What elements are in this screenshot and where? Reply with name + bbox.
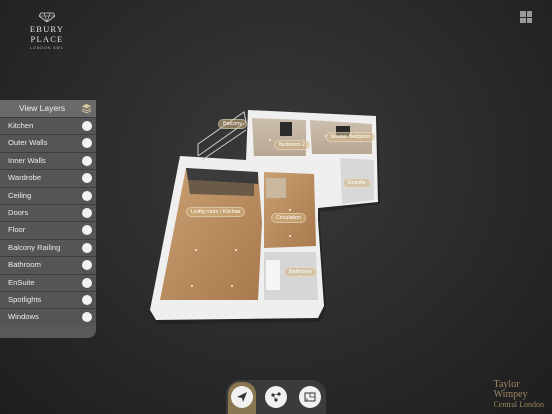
- layer-label: Kitchen: [8, 121, 34, 130]
- layer-item-balcony-railing[interactable]: Balcony Railing: [0, 238, 96, 257]
- layer-label: EnSuite: [8, 277, 35, 287]
- room-label-bathroom[interactable]: Bathroom: [284, 267, 317, 277]
- room-label-master-bedroom[interactable]: Master Bedroom: [326, 132, 376, 142]
- layer-toggle[interactable]: [82, 207, 92, 218]
- layer-item-bathroom[interactable]: Bathroom: [0, 256, 96, 274]
- layer-toggle[interactable]: [82, 173, 92, 184]
- layer-label: Wardrobe: [8, 173, 42, 183]
- room-label-circulation[interactable]: Circulation: [271, 213, 307, 223]
- room-label-bedroom-2[interactable]: Bedroom 2: [274, 140, 310, 150]
- layer-item-spotlights[interactable]: Spotlights: [0, 290, 96, 309]
- layer-label: Balcony Railing: [8, 242, 61, 252]
- bathtub: [266, 260, 280, 290]
- layer-toggle[interactable]: [82, 260, 92, 271]
- layer-toggle[interactable]: [82, 190, 92, 201]
- layer-label: Floor: [8, 225, 26, 235]
- diamond-emblem-icon: [39, 12, 55, 22]
- layer-label: Inner Walls: [8, 155, 46, 165]
- developer-line-3: Central London: [493, 400, 544, 409]
- paper-plane-icon[interactable]: [231, 386, 253, 408]
- layers-stack-icon: [81, 103, 92, 114]
- layer-label: Windows: [8, 312, 39, 322]
- layer-label: Ceiling: [8, 190, 32, 200]
- layer-toggle[interactable]: [82, 155, 92, 166]
- room-label-ensuite[interactable]: Ensuite: [343, 178, 371, 188]
- layer-toggle[interactable]: [82, 242, 92, 253]
- layer-item-outer-walls[interactable]: Outer Walls: [0, 134, 96, 152]
- floorplan-icon[interactable]: [299, 386, 321, 408]
- layer-item-floor[interactable]: Floor: [0, 221, 96, 239]
- layer-toggle[interactable]: [82, 121, 92, 131]
- layer-item-kitchen[interactable]: Kitchen: [0, 117, 96, 135]
- brand-logo: EBURY PLACE LONDON SW1: [14, 12, 80, 50]
- bedroom-2-floor: [252, 118, 306, 156]
- bottom-toolbar: [226, 380, 326, 414]
- layer-toggle[interactable]: [82, 312, 92, 323]
- layer-item-ceiling[interactable]: Ceiling: [0, 186, 96, 204]
- cupboard: [266, 178, 286, 198]
- layer-toggle[interactable]: [82, 138, 92, 149]
- layer-item-windows[interactable]: Windows: [0, 308, 96, 326]
- layer-label: Doors: [8, 207, 29, 217]
- layer-item-doors[interactable]: Doors: [0, 203, 96, 222]
- layer-item-wardrobe[interactable]: Wardrobe: [0, 169, 96, 187]
- brand-subtitle: LONDON SW1: [30, 46, 64, 50]
- brand-name: EBURY PLACE: [29, 24, 65, 44]
- layer-item-ensuite[interactable]: EnSuite: [0, 273, 96, 291]
- layer-list: Kitchen Outer Walls Inner Walls Wardrobe…: [0, 117, 96, 326]
- layer-label: Bathroom: [8, 260, 41, 270]
- developer-line-2: Wimpey: [493, 389, 528, 400]
- layer-label: Outer Walls: [8, 138, 48, 148]
- bedroom-2-wardrobe: [280, 122, 292, 136]
- developer-logo: Taylor Wimpey Central London: [494, 380, 544, 410]
- layer-toggle[interactable]: [82, 277, 92, 288]
- room-label-balcony[interactable]: Balcony: [218, 119, 247, 129]
- layer-toggle[interactable]: [82, 225, 92, 236]
- view-layers-header[interactable]: View Layers: [0, 100, 96, 117]
- layer-item-inner-walls[interactable]: Inner Walls: [0, 151, 96, 170]
- grid-view-icon[interactable]: [520, 11, 532, 23]
- hotspots-icon[interactable]: [265, 386, 287, 408]
- view-layers-title: View Layers: [19, 103, 66, 113]
- layer-toggle[interactable]: [82, 294, 92, 305]
- view-layers-panel: View Layers Kitchen Outer Walls Inner Wa…: [0, 100, 96, 338]
- layer-label: Spotlights: [8, 294, 42, 304]
- room-label-living-kitchen[interactable]: Living room / Kitchen: [186, 207, 246, 217]
